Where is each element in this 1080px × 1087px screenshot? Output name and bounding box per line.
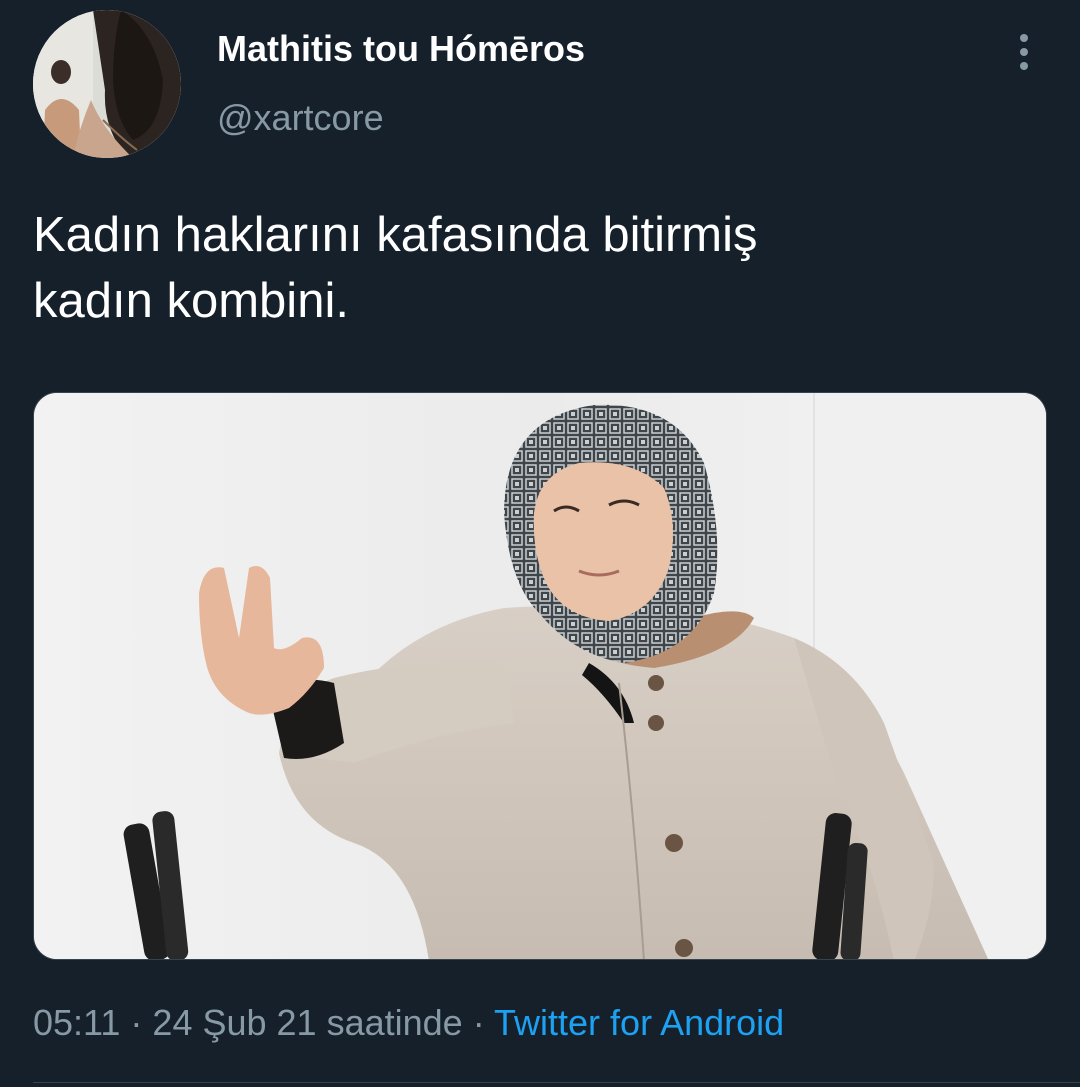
meta-separator: ·: [462, 1002, 495, 1043]
divider: [33, 1082, 1080, 1083]
avatar-photo: [33, 10, 181, 158]
user-handle[interactable]: @xartcore: [217, 97, 384, 139]
avatar[interactable]: [33, 10, 181, 158]
media-photo: [34, 393, 1046, 959]
tweet-date[interactable]: 24 Şub 21 saatinde: [152, 1002, 462, 1043]
tweet-text: Kadın haklarını kafasında bitirmiş kadın…: [33, 208, 758, 328]
more-options-button[interactable]: [1002, 26, 1046, 78]
tweet: Mathitis tou Hómēros @xartcore Kadın hak…: [0, 0, 1080, 1087]
tweet-source-link[interactable]: Twitter for Android: [494, 1002, 784, 1043]
more-vertical-icon: [1020, 34, 1028, 42]
tweet-time[interactable]: 05:11: [33, 1002, 120, 1043]
tweet-metadata: 05:11 · 24 Şub 21 saatinde · Twitter for…: [33, 1002, 784, 1044]
meta-separator: ·: [120, 1002, 153, 1043]
display-name[interactable]: Mathitis tou Hómēros: [217, 28, 585, 70]
tweet-media-image[interactable]: [33, 392, 1047, 960]
